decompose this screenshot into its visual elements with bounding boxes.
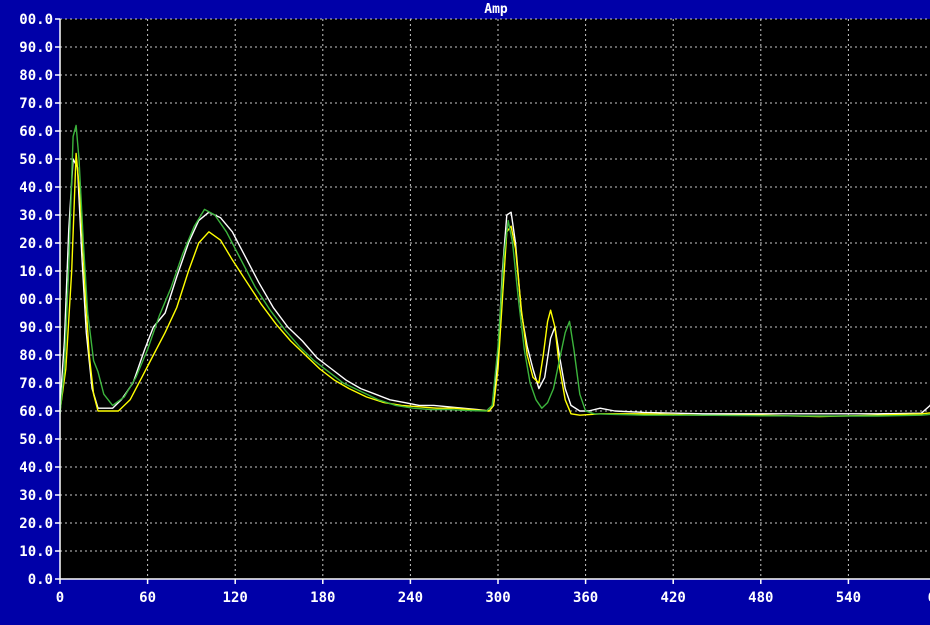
x-tick-label: 120: [223, 590, 248, 606]
x-tick-label: 0: [56, 590, 64, 606]
y-tick-label: 50.0: [19, 432, 53, 448]
y-tick-label: 40.0: [19, 460, 53, 476]
x-tick-label: 420: [661, 590, 686, 606]
chart-canvas: 0.0 10.0 20.0 30.0 40.0 50.0 60.0 70.0 80.0 90.0 0…: [0, 0, 930, 620]
y-tick-label: 70.0: [19, 96, 53, 112]
x-tick-label: 240: [398, 590, 423, 606]
y-tick-label: 20.0: [19, 516, 53, 532]
y-tick-label: 90.0: [19, 320, 53, 336]
y-tick-label: 30.0: [19, 208, 53, 224]
y-tick-label: 50.0: [19, 152, 53, 168]
y-tick-label: 30.0: [19, 488, 53, 504]
x-tick-label: 300: [485, 590, 510, 606]
amp-chart: 0.0 10.0 20.0 30.0 40.0 50.0 60.0 70.0 80.0 90.0 0…: [0, 0, 930, 620]
y-tick-label: 60.0: [19, 124, 53, 140]
y-tick-label: 40.0: [19, 180, 53, 196]
x-tick-label: 540: [836, 590, 861, 606]
y-tick-label: 20.0: [19, 236, 53, 252]
x-tick-label: 360: [573, 590, 598, 606]
y-tick-label: 90.0: [19, 40, 53, 56]
y-tick-label: 10.0: [19, 264, 53, 280]
y-tick-label: 70.0: [19, 376, 53, 392]
y-tick-label: 80.0: [19, 348, 53, 364]
x-tick-label: 480: [748, 590, 773, 606]
y-tick-label: 00.0: [19, 292, 53, 308]
chart-title: Amp: [484, 2, 508, 17]
y-tick-label: 10.0: [19, 544, 53, 560]
y-tick-label: 80.0: [19, 68, 53, 84]
y-tick-label: 0.0: [28, 572, 53, 588]
y-tick-label: 60.0: [19, 404, 53, 420]
x-tick-label: 180: [310, 590, 335, 606]
y-tick-label: 00.0: [19, 12, 53, 28]
x-tick-label: 60: [139, 590, 156, 606]
